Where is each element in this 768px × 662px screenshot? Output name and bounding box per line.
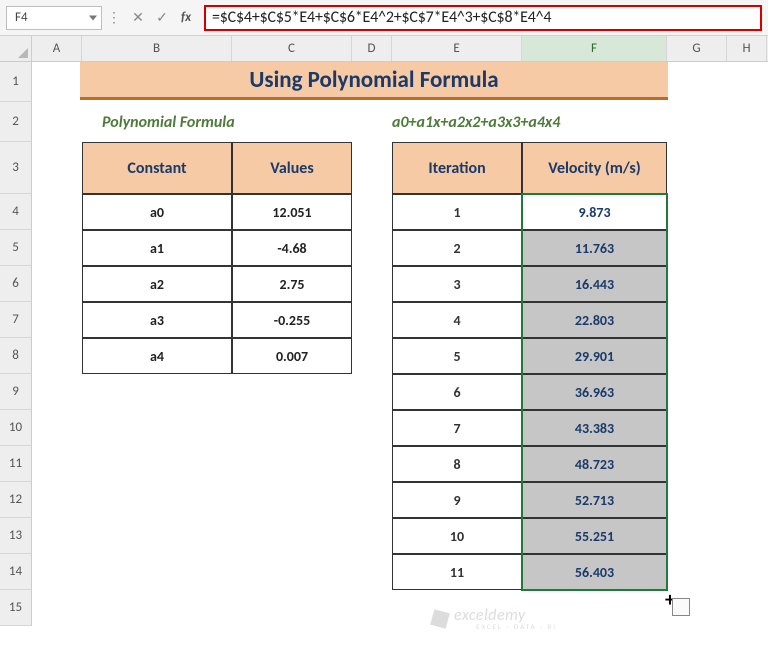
velocity-cell[interactable]: 55.251 [522, 518, 667, 554]
row-header[interactable]: 7 [0, 302, 32, 338]
iteration-cell[interactable]: 4 [392, 302, 522, 338]
iteration-cell[interactable]: 10 [392, 518, 522, 554]
velocity-cell[interactable]: 11.763 [522, 230, 667, 266]
spreadsheet-grid: A B C D E F G H 1 2 3 4 5 6 7 8 9 10 11 … [0, 36, 768, 62]
results-table: Iteration Velocity (m/s) 19.873211.76331… [392, 142, 667, 590]
select-all-triangle[interactable] [0, 36, 32, 62]
row-header[interactable]: 1 [0, 62, 32, 102]
table-row: 848.723 [392, 446, 667, 482]
constant-value[interactable]: -0.255 [232, 302, 352, 338]
row-header[interactable]: 8 [0, 338, 32, 374]
table-row: 19.873 [392, 194, 667, 230]
velocity-cell[interactable]: 36.963 [522, 374, 667, 410]
formula-input[interactable]: =$C$4+$C$5*E4+$C$6*E4^2+$C$7*E4^3+$C$8*E… [204, 5, 762, 31]
col-header[interactable]: C [232, 36, 352, 61]
constant-value[interactable]: 12.051 [232, 194, 352, 230]
table-row: 1055.251 [392, 518, 667, 554]
col-header[interactable]: G [667, 36, 727, 61]
formula-bar: F4 ⋮ ✕ ✓ fx =$C$4+$C$5*E4+$C$6*E4^2+$C$7… [0, 0, 768, 36]
constant-name[interactable]: a0 [82, 194, 232, 230]
constant-name[interactable]: a4 [82, 338, 232, 374]
row-header[interactable]: 14 [0, 554, 32, 590]
iteration-cell[interactable]: 7 [392, 410, 522, 446]
velocity-cell[interactable]: 22.803 [522, 302, 667, 338]
table-row: a012.051 [82, 194, 352, 230]
enter-icon[interactable]: ✓ [150, 6, 174, 30]
sheet-title: Using Polynomial Formula [80, 62, 668, 100]
col-header[interactable]: A [32, 36, 82, 61]
subtitle-right: a0+a1x+a2x2+a3x3+a4x4 [392, 102, 560, 142]
velocity-cell[interactable]: 9.873 [522, 194, 667, 230]
row-header[interactable]: 11 [0, 446, 32, 482]
row-header[interactable]: 2 [0, 102, 32, 142]
table-row: 1156.403 [392, 554, 667, 590]
table-row: 952.713 [392, 482, 667, 518]
autofill-options-icon[interactable] [672, 598, 690, 616]
constant-name[interactable]: a2 [82, 266, 232, 302]
table-row: a40.007 [82, 338, 352, 374]
results-header: Velocity (m/s) [522, 142, 667, 194]
table-row: 211.763 [392, 230, 667, 266]
velocity-cell[interactable]: 43.383 [522, 410, 667, 446]
table-row: 422.803 [392, 302, 667, 338]
iteration-cell[interactable]: 2 [392, 230, 522, 266]
velocity-cell[interactable]: 56.403 [522, 554, 667, 590]
watermark: exceldemy EXCEL · DATA · BI [432, 606, 557, 631]
iteration-cell[interactable]: 9 [392, 482, 522, 518]
constants-table: Constant Values a012.051a1-4.68a22.75a3-… [82, 142, 352, 374]
row-header[interactable]: 6 [0, 266, 32, 302]
column-headers: A B C D E F G H [0, 36, 768, 62]
constant-value[interactable]: -4.68 [232, 230, 352, 266]
row-header[interactable]: 3 [0, 142, 32, 194]
row-header[interactable]: 15 [0, 590, 32, 626]
results-header: Iteration [392, 142, 522, 194]
table-row: a1-4.68 [82, 230, 352, 266]
col-header[interactable]: B [82, 36, 232, 61]
iteration-cell[interactable]: 1 [392, 194, 522, 230]
formula-divider-icon: ⋮ [102, 6, 126, 30]
watermark-logo-icon [430, 609, 450, 629]
iteration-cell[interactable]: 11 [392, 554, 522, 590]
row-header[interactable]: 5 [0, 230, 32, 266]
name-box[interactable]: F4 [6, 6, 102, 30]
velocity-cell[interactable]: 16.443 [522, 266, 667, 302]
table-row: a22.75 [82, 266, 352, 302]
col-header-selected[interactable]: F [522, 36, 667, 61]
constant-name[interactable]: a1 [82, 230, 232, 266]
formula-text: =$C$4+$C$5*E4+$C$6*E4^2+$C$7*E4^3+$C$8*E… [212, 8, 551, 27]
fx-icon[interactable]: fx [174, 6, 198, 30]
iteration-cell[interactable]: 8 [392, 446, 522, 482]
row-header[interactable]: 12 [0, 482, 32, 518]
table-row: 636.963 [392, 374, 667, 410]
constant-name[interactable]: a3 [82, 302, 232, 338]
table-row: 743.383 [392, 410, 667, 446]
row-header[interactable]: 10 [0, 410, 32, 446]
table-row: a3-0.255 [82, 302, 352, 338]
constants-header: Values [232, 142, 352, 194]
row-header[interactable]: 13 [0, 518, 32, 554]
name-box-value: F4 [15, 10, 28, 25]
velocity-cell[interactable]: 29.901 [522, 338, 667, 374]
table-row: 529.901 [392, 338, 667, 374]
chevron-down-icon[interactable] [89, 15, 97, 20]
col-header[interactable]: D [352, 36, 392, 61]
iteration-cell[interactable]: 5 [392, 338, 522, 374]
constant-value[interactable]: 2.75 [232, 266, 352, 302]
row-header[interactable]: 9 [0, 374, 32, 410]
col-header[interactable]: E [392, 36, 522, 61]
col-header[interactable]: H [727, 36, 767, 61]
cancel-icon[interactable]: ✕ [126, 6, 150, 30]
velocity-cell[interactable]: 52.713 [522, 482, 667, 518]
table-row: 316.443 [392, 266, 667, 302]
constant-value[interactable]: 0.007 [232, 338, 352, 374]
subtitle-left: Polynomial Formula [102, 102, 235, 142]
row-header[interactable]: 4 [0, 194, 32, 230]
constants-header: Constant [82, 142, 232, 194]
velocity-cell[interactable]: 48.723 [522, 446, 667, 482]
watermark-tag: EXCEL · DATA · BI [476, 622, 557, 631]
iteration-cell[interactable]: 6 [392, 374, 522, 410]
iteration-cell[interactable]: 3 [392, 266, 522, 302]
